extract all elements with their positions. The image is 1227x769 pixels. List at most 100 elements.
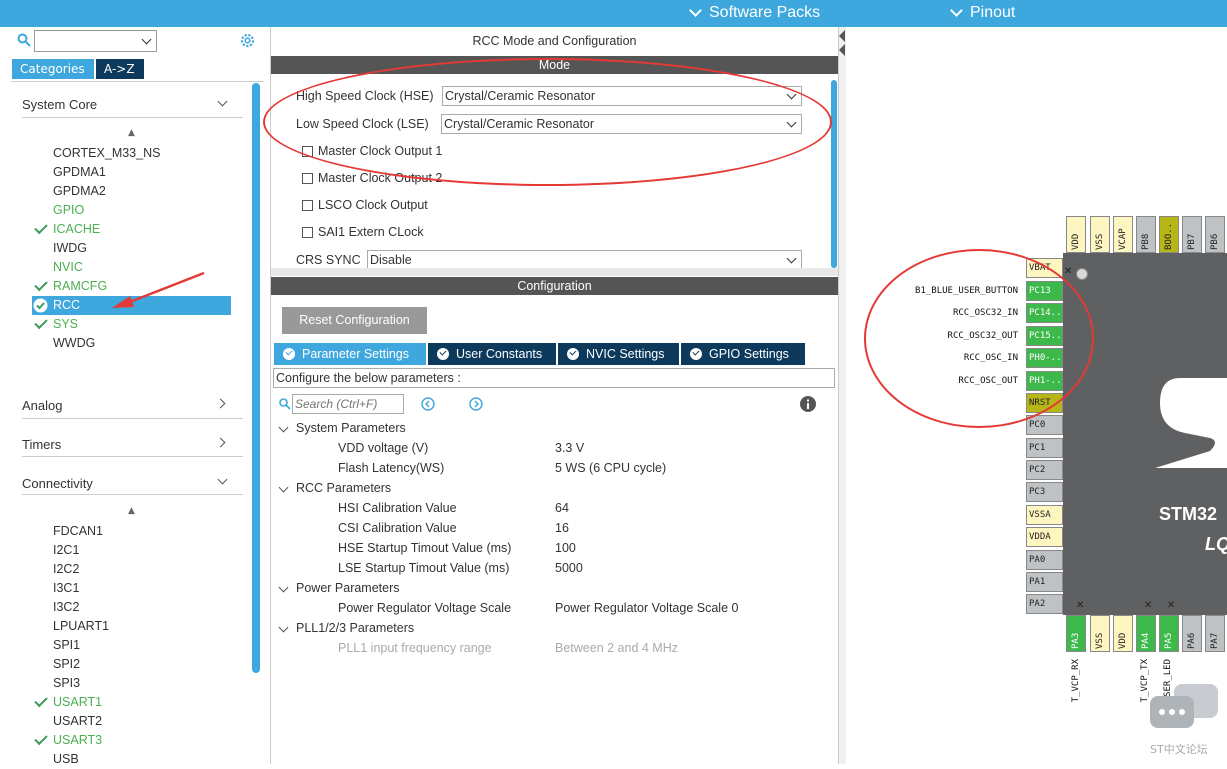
param-prvs-value[interactable]: Power Regulator Voltage Scale 0 [555, 601, 738, 615]
pin-pa3[interactable]: PA3 [1066, 615, 1086, 652]
list-item-i2c2[interactable]: I2C2 [53, 560, 79, 579]
info-icon[interactable] [800, 396, 816, 412]
pushpin-icon: ✕ [1076, 600, 1085, 611]
search-icon [279, 398, 291, 410]
list-item-usb[interactable]: USB [53, 750, 79, 769]
list-item-cortex[interactable]: CORTEX_M33_NS [53, 144, 160, 163]
list-item-spi2[interactable]: SPI2 [53, 655, 80, 674]
pin-pb8[interactable]: PB8 [1136, 216, 1156, 253]
list-item-wwdg[interactable]: WWDG [53, 334, 95, 353]
software-packs-menu[interactable]: Software Packs [689, 4, 820, 22]
pin-boot[interactable]: BOO.. [1159, 216, 1179, 253]
pin-pa4[interactable]: PA4 [1136, 615, 1156, 652]
reset-configuration-button[interactable]: Reset Configuration [282, 307, 427, 334]
list-item-icache[interactable]: ICACHE [53, 220, 100, 239]
scroll-up-arrow[interactable]: ▲ [128, 128, 135, 138]
pin-vcap[interactable]: VCAP [1113, 216, 1133, 253]
list-item-i3c2[interactable]: I3C2 [53, 598, 79, 617]
list-item-fdcan1[interactable]: FDCAN1 [53, 522, 103, 541]
list-item-usart3[interactable]: USART3 [53, 731, 102, 750]
lsco-checkbox[interactable] [302, 200, 313, 211]
gear-icon[interactable] [239, 32, 256, 49]
param-hse-startup-value[interactable]: 100 [555, 541, 576, 555]
pin-pc1[interactable]: PC1 [1026, 438, 1063, 458]
pin-vss-bottom[interactable]: VSS [1090, 615, 1110, 652]
group-rcc-parameters[interactable]: RCC Parameters [296, 481, 391, 495]
annotation-ellipse [864, 249, 1094, 428]
arrow-left-icon[interactable] [421, 397, 435, 411]
list-item-nvic[interactable]: NVIC [53, 258, 83, 277]
mco2-checkbox[interactable] [302, 173, 313, 184]
pin-pa0[interactable]: PA0 [1026, 550, 1063, 570]
list-item-gpdma1[interactable]: GPDMA1 [53, 163, 106, 182]
pin-vdda[interactable]: VDDA [1026, 527, 1063, 547]
tab-nvic-settings[interactable]: NVIC Settings [558, 343, 679, 365]
list-item-lpuart1[interactable]: LPUART1 [53, 617, 109, 636]
mode-scrollbar[interactable] [831, 80, 837, 268]
section-timers[interactable]: Timers [22, 437, 61, 452]
list-item-spi3[interactable]: SPI3 [53, 674, 80, 693]
crs-select[interactable]: Disable [367, 250, 802, 270]
splitter[interactable] [271, 268, 838, 276]
pin-pc3[interactable]: PC3 [1026, 482, 1063, 502]
param-lse-startup-value[interactable]: 5000 [555, 561, 583, 575]
group-system-parameters[interactable]: System Parameters [296, 421, 406, 435]
param-flash-value[interactable]: 5 WS (6 CPU cycle) [555, 461, 666, 475]
tab-parameter-settings[interactable]: Parameter Settings [274, 343, 426, 365]
pin-pb7[interactable]: PB7 [1182, 216, 1202, 253]
search-icon[interactable] [17, 33, 31, 47]
check-circle-icon [33, 298, 48, 313]
parameter-search-input[interactable] [292, 394, 404, 414]
pin-vssa[interactable]: VSSA [1026, 505, 1063, 525]
chevron-down-icon [689, 4, 702, 18]
section-analog[interactable]: Analog [22, 398, 62, 413]
check-circle-icon [567, 348, 579, 360]
pin-pa6[interactable]: PA6 [1182, 615, 1202, 652]
param-hsi-value[interactable]: 64 [555, 501, 569, 515]
list-item-iwdg[interactable]: IWDG [53, 239, 87, 258]
pin-pc2[interactable]: PC2 [1026, 460, 1063, 480]
chevron-down-icon [141, 34, 152, 45]
annotation-ellipse [263, 58, 832, 186]
left-scrollbar[interactable] [252, 83, 260, 673]
arrow-right-icon[interactable] [469, 397, 483, 411]
group-pll-parameters[interactable]: PLL1/2/3 Parameters [296, 621, 414, 635]
param-csi-value[interactable]: 16 [555, 521, 569, 535]
list-item-gpdma2[interactable]: GPDMA2 [53, 182, 106, 201]
pinout-menu[interactable]: Pinout [950, 4, 1015, 22]
divider [22, 117, 243, 118]
tab-categories[interactable]: Categories [12, 59, 94, 79]
list-item-i2c1[interactable]: I2C1 [53, 541, 79, 560]
group-power-parameters[interactable]: Power Parameters [296, 581, 400, 595]
list-item-usart2[interactable]: USART2 [53, 712, 102, 731]
pin-pa7[interactable]: PA7 [1205, 615, 1225, 652]
vertical-splitter[interactable] [838, 27, 846, 764]
pin-vdd-top[interactable]: VDD [1066, 216, 1086, 253]
pin-pb6[interactable]: PB6 [1205, 216, 1225, 253]
pin-pa1[interactable]: PA1 [1026, 572, 1063, 592]
list-item-rcc[interactable]: RCC [53, 296, 80, 315]
scroll-up-arrow[interactable]: ▲ [128, 506, 135, 516]
pin-vdd-bottom[interactable]: VDD [1113, 615, 1133, 652]
collapse-arrow-icon[interactable] [838, 28, 846, 58]
sai1-checkbox[interactable] [302, 227, 313, 238]
list-item-usart1[interactable]: USART1 [53, 693, 102, 712]
list-item-i3c1[interactable]: I3C1 [53, 579, 79, 598]
list-item-spi1[interactable]: SPI1 [53, 636, 80, 655]
tab-user-constants[interactable]: User Constants [428, 343, 556, 365]
param-vdd-value[interactable]: 3.3 V [555, 441, 584, 455]
section-system-core[interactable]: System Core [22, 97, 97, 112]
pin-pa5[interactable]: PA5 [1159, 615, 1179, 652]
section-connectivity[interactable]: Connectivity [22, 476, 93, 491]
pin-pa2[interactable]: PA2 [1026, 594, 1063, 614]
category-list [11, 81, 263, 764]
chevron-down-icon [950, 4, 963, 18]
list-item-sys[interactable]: SYS [53, 315, 78, 334]
tab-gpio-settings[interactable]: GPIO Settings [681, 343, 805, 365]
pin-vss-top[interactable]: VSS [1090, 216, 1110, 253]
category-search-combo[interactable] [34, 30, 157, 52]
list-item-ramcfg[interactable]: RAMCFG [53, 277, 107, 296]
tab-az[interactable]: A->Z [96, 59, 144, 79]
pushpin-icon: ✕ [1167, 600, 1176, 611]
list-item-gpio[interactable]: GPIO [53, 201, 84, 220]
